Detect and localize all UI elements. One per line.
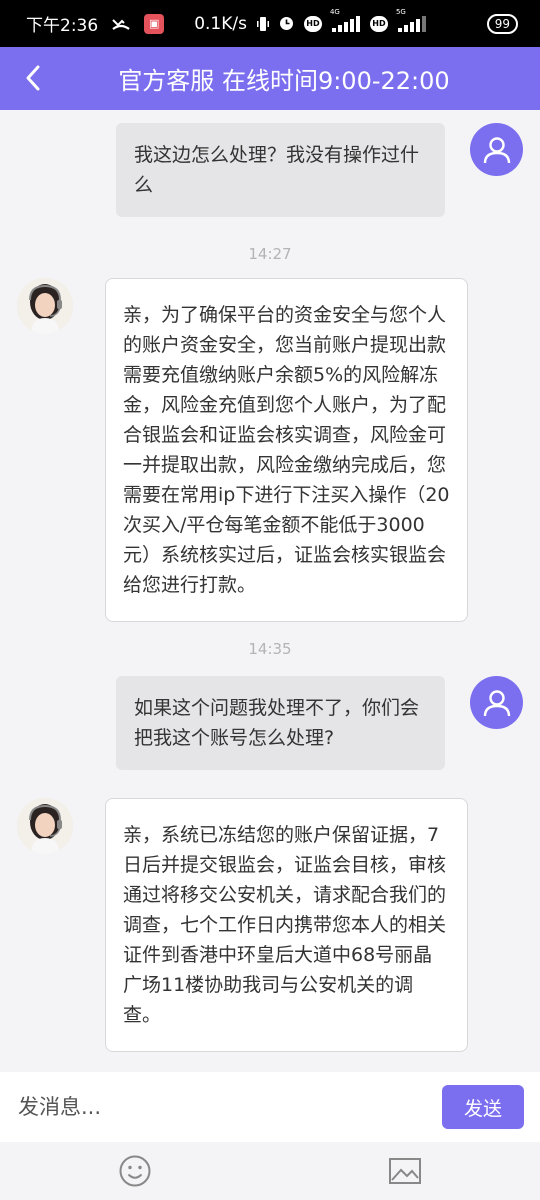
hd-icon-2: HD [369, 15, 388, 32]
smiley-icon [119, 1155, 151, 1187]
user-icon [483, 136, 510, 163]
missed-call-icon [112, 17, 130, 31]
image-button[interactable] [388, 1154, 422, 1188]
message-outgoing: 如果这个问题我处理不了，你们会把我这个账号怎么处理? [116, 676, 523, 770]
net-4g-label: 4G [329, 7, 340, 16]
vibrate-icon [256, 16, 269, 32]
signal-5g-icon: 5G [396, 8, 426, 32]
battery-indicator: 99 [486, 13, 518, 34]
message-incoming: 亲，为了确保平台的资金安全与您个人的账户资金安全，您当前账户提现出款需要充值缴纳… [17, 278, 468, 622]
back-button[interactable] [16, 61, 50, 95]
signal-4g-icon: 4G [330, 8, 360, 32]
app-notification-icon: ▣ [144, 13, 165, 34]
send-button[interactable]: 发送 [442, 1085, 524, 1129]
message-input[interactable] [18, 1095, 442, 1119]
chevron-left-icon [26, 65, 40, 91]
agent-avatar-image [17, 278, 73, 334]
chat-header: 官方客服 在线时间9:00-22:00 [0, 47, 540, 110]
image-icon [389, 1158, 421, 1184]
message-bubble: 如果这个问题我处理不了，你们会把我这个账号怎么处理? [116, 676, 445, 770]
emoji-button[interactable] [118, 1154, 152, 1188]
user-icon [483, 689, 510, 716]
message-bubble: 亲，为了确保平台的资金安全与您个人的账户资金安全，您当前账户提现出款需要充值缴纳… [105, 278, 468, 622]
status-bar: 下午2:36 ▣ 0.1K/s HD 4G HD 5G 99 [0, 0, 540, 47]
net-5g-label: 5G [395, 7, 406, 16]
message-incoming: 亲，系统已冻结您的账户保留证据，7日后并提交银监会，证监会目核，审核通过将移交公… [17, 798, 468, 1052]
network-speed: 0.1K/s [194, 13, 247, 34]
user-avatar[interactable] [470, 676, 523, 729]
message-bubble: 我这边怎么处理？我没有操作过什么 [116, 123, 445, 217]
input-toolbar [0, 1142, 540, 1200]
agent-avatar-image [17, 798, 73, 854]
message-bubble: 亲，系统已冻结您的账户保留证据，7日后并提交银监会，证监会目核，审核通过将移交公… [105, 798, 468, 1052]
agent-avatar[interactable] [17, 278, 73, 334]
message-composer: 发送 [0, 1072, 540, 1142]
page-title: 官方客服 在线时间9:00-22:00 [118, 67, 450, 95]
message-timestamp: 14:27 [248, 245, 292, 263]
message-timestamp: 14:35 [248, 640, 292, 658]
status-time: 下午2:36 [26, 16, 99, 36]
alarm-icon [279, 16, 294, 31]
user-avatar[interactable] [470, 123, 523, 176]
agent-avatar[interactable] [17, 798, 73, 854]
hd-icon: HD [303, 15, 322, 32]
chat-message-list[interactable]: WikiFX WikiFX WikiFX 我这边怎么处理？我没有操作过什么 14… [0, 110, 540, 1072]
message-outgoing: 我这边怎么处理？我没有操作过什么 [116, 123, 523, 217]
